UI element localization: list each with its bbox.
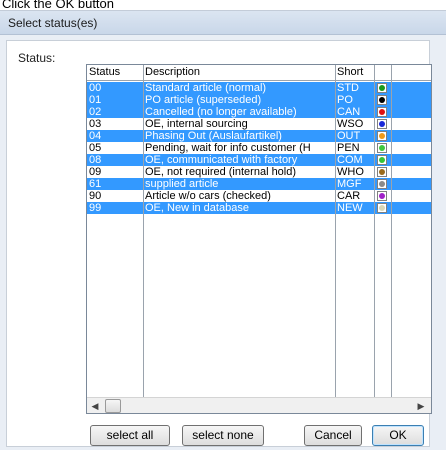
status-color-swatch: [377, 95, 387, 105]
description-cell: Standard article (normal): [145, 82, 267, 94]
short-code-cell: MGF: [337, 178, 362, 190]
select-status-dialog: Select status(es) Status: Status Descrip…: [0, 10, 446, 450]
short-code-cell: WSO: [337, 118, 364, 130]
description-cell: Article w/o cars (checked): [145, 190, 271, 202]
column-divider: [391, 65, 392, 397]
cancel-button[interactable]: Cancel: [304, 425, 362, 446]
short-code-cell: NEW: [337, 202, 363, 214]
header-short[interactable]: Short: [337, 66, 363, 78]
description-cell: OE, internal sourcing: [145, 118, 248, 130]
short-code-cell: PO: [337, 94, 353, 106]
status-color-swatch: [377, 203, 387, 213]
status-code-cell: 04: [89, 130, 102, 142]
column-divider: [374, 65, 375, 397]
short-code-cell: STD: [337, 82, 359, 94]
short-code-cell: COM: [337, 154, 363, 166]
dialog-titlebar: Select status(es): [0, 11, 446, 35]
status-color-swatch: [377, 155, 387, 165]
column-divider: [335, 65, 336, 397]
status-code-cell: 99: [89, 202, 102, 214]
status-code-cell: 61: [89, 178, 102, 190]
description-cell: OE, New in database: [145, 202, 249, 214]
status-color-swatch: [377, 83, 387, 93]
status-dot-icon: [379, 145, 385, 151]
status-code-cell: 09: [89, 166, 102, 178]
status-dot-icon: [379, 205, 385, 211]
status-grid[interactable]: Status Description Short 00 Standard arti…: [86, 64, 432, 414]
status-dot-icon: [379, 193, 385, 199]
status-dot-icon: [379, 85, 385, 91]
table-row[interactable]: 01 PO article (superseded) PO: [87, 94, 431, 106]
status-color-swatch: [377, 179, 387, 189]
table-row[interactable]: 02 Cancelled (no longer available) CAN: [87, 106, 431, 118]
status-code-cell: 90: [89, 190, 102, 202]
status-label: Status:: [18, 51, 56, 65]
short-code-cell: WHO: [337, 166, 364, 178]
status-dot-icon: [379, 97, 385, 103]
status-dot-icon: [379, 133, 385, 139]
table-row[interactable]: 03 OE, internal sourcing WSO: [87, 118, 431, 130]
description-cell: OE, communicated with factory: [145, 154, 298, 166]
header-description[interactable]: Description: [145, 66, 200, 78]
table-row[interactable]: 05 Pending, wait for info customer (H PEN: [87, 142, 431, 154]
status-color-swatch: [377, 131, 387, 141]
select-none-button[interactable]: select none: [182, 425, 264, 446]
status-code-cell: 08: [89, 154, 102, 166]
table-row[interactable]: 08 OE, communicated with factory COM: [87, 154, 431, 166]
description-cell: supplied article: [145, 178, 219, 190]
status-code-cell: 02: [89, 106, 102, 118]
header-status[interactable]: Status: [89, 66, 120, 78]
status-dot-icon: [379, 157, 385, 163]
description-cell: Pending, wait for info customer (H: [145, 142, 311, 154]
table-row[interactable]: 09 OE, not required (internal hold) WHO: [87, 166, 431, 178]
ok-button[interactable]: OK: [372, 425, 424, 446]
status-dot-icon: [379, 109, 385, 115]
short-code-cell: CAR: [337, 190, 361, 202]
select-all-button[interactable]: select all: [90, 425, 170, 446]
table-row[interactable]: 00 Standard article (normal) STD: [87, 82, 431, 94]
short-code-cell: OUT: [337, 130, 361, 142]
grid-header: Status Description Short: [87, 65, 431, 81]
short-code-cell: PEN: [337, 142, 360, 154]
description-cell: OE, not required (internal hold): [145, 166, 297, 178]
scroll-thumb[interactable]: [105, 399, 121, 413]
table-row[interactable]: 99 OE, New in database NEW: [87, 202, 431, 214]
status-color-swatch: [377, 107, 387, 117]
table-row[interactable]: 04 Phasing Out (Auslaufartikel) OUT: [87, 130, 431, 142]
short-code-cell: CAN: [337, 106, 361, 118]
status-dot-icon: [379, 181, 385, 187]
status-color-swatch: [377, 143, 387, 153]
status-code-cell: 00: [89, 82, 102, 94]
status-code-cell: 05: [89, 142, 102, 154]
description-cell: PO article (superseded): [145, 94, 262, 106]
horizontal-scrollbar[interactable]: ◀ ▶: [87, 397, 431, 413]
scroll-right-icon[interactable]: ▶: [415, 400, 427, 412]
status-dot-icon: [379, 121, 385, 127]
scroll-left-icon[interactable]: ◀: [89, 400, 101, 412]
column-divider: [143, 65, 144, 397]
table-row[interactable]: 90 Article w/o cars (checked) CAR: [87, 190, 431, 202]
status-color-swatch: [377, 191, 387, 201]
status-color-swatch: [377, 119, 387, 129]
dialog-title: Select status(es): [8, 16, 98, 30]
status-grid-body: Status Description Short 00 Standard arti…: [87, 65, 431, 397]
status-color-swatch: [377, 167, 387, 177]
status-code-cell: 03: [89, 118, 102, 130]
status-code-cell: 01: [89, 94, 102, 106]
description-cell: Phasing Out (Auslaufartikel): [145, 130, 282, 142]
description-cell: Cancelled (no longer available): [145, 106, 297, 118]
table-row[interactable]: 61 supplied article MGF: [87, 178, 431, 190]
status-dot-icon: [379, 169, 385, 175]
